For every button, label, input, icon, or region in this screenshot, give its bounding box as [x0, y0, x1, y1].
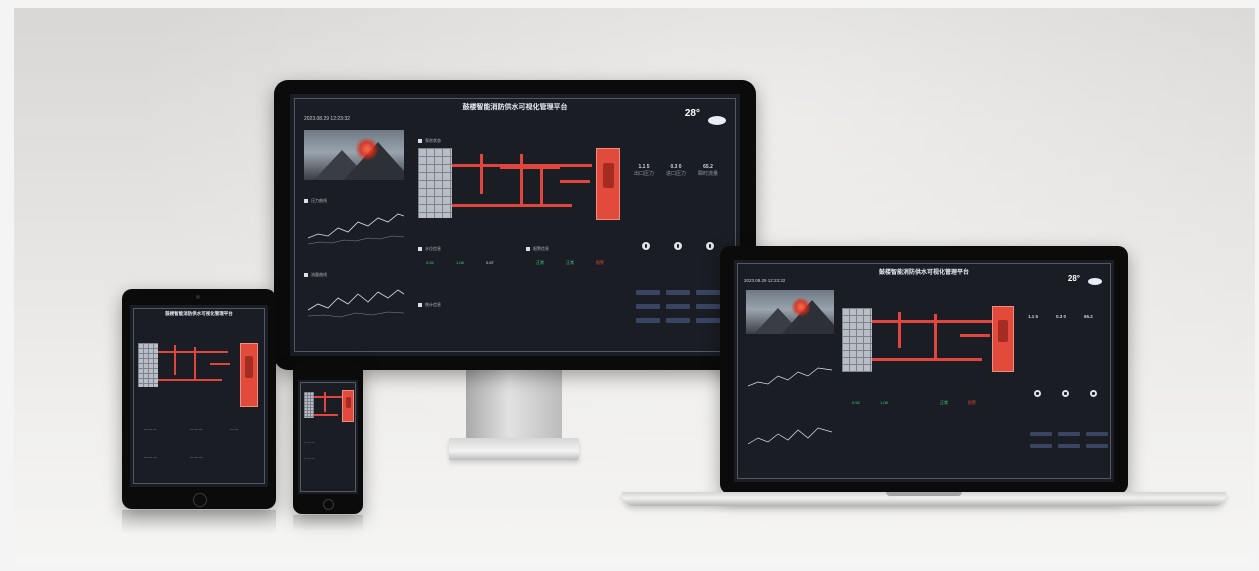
panel-label-water-level: 水位信息	[418, 246, 441, 252]
tablet-home-button[interactable]	[193, 493, 207, 507]
laptop-camera-feed	[746, 290, 834, 334]
laptop-pump-cabinet-graphic	[992, 306, 1014, 372]
laptop-stat-button-1[interactable]	[1030, 432, 1052, 436]
monitor-stand-neck	[466, 360, 562, 440]
laptop-stat-button-4[interactable]	[1030, 444, 1052, 448]
floor-reflection	[122, 510, 276, 534]
laptop-hinge-notch	[886, 492, 962, 496]
gauge-icon	[642, 242, 650, 250]
pressure-chart	[308, 208, 404, 250]
stat-button-1[interactable]	[636, 290, 660, 295]
tablet-water-tank-graphic	[138, 343, 158, 387]
tablet-pump-cabinet-graphic	[240, 343, 258, 407]
phone-home-button[interactable]	[323, 499, 334, 510]
floor-reflection-phone	[293, 515, 363, 531]
laptop-metric-inlet-pressure: 0.3 0	[1056, 314, 1067, 319]
phone-water-tank-graphic	[304, 392, 314, 418]
stat-button-6[interactable]	[696, 304, 720, 309]
tablet-dashboard-title: 鼓楼智能消防供水可视化管理平台	[165, 311, 233, 316]
dashboard-temperature: 28°	[684, 108, 700, 119]
panel-label-statistics: 统计信息	[418, 302, 441, 308]
panel-label-pump: 泵房状态	[418, 138, 441, 144]
water-tank-graphic	[418, 148, 452, 218]
metric-outlet-pressure: 1.1 5 出口压力	[634, 164, 655, 177]
stat-button-2[interactable]	[666, 290, 690, 295]
laptop-info-icon	[1062, 390, 1069, 397]
product-mockup-scene: 鼓楼智能消防供水可视化管理平台 2023.08.29 12:23:32 28° …	[14, 8, 1255, 565]
stat-button-3[interactable]	[696, 290, 720, 295]
dashboard-date: 2023.08.29 12:23:32	[304, 116, 350, 122]
panel-label-pressure: 压力曲线	[304, 198, 327, 204]
stat-button-7[interactable]	[636, 318, 660, 323]
stat-button-5[interactable]	[666, 304, 690, 309]
laptop-screen: 鼓楼智能消防供水可视化管理平台 2023.08.29 12:23:32 28°	[734, 260, 1114, 482]
laptop-dashboard-temperature: 28°	[1067, 274, 1080, 283]
flow-chart	[308, 282, 404, 324]
info-icon	[674, 242, 682, 250]
panel-label-flow: 流量曲线	[304, 272, 327, 278]
laptop-bezel: 鼓楼智能消防供水可视化管理平台 2023.08.29 12:23:32 28°	[720, 246, 1128, 494]
monitor-bezel: 鼓楼智能消防供水可视化管理平台 2023.08.29 12:23:32 28° …	[274, 80, 756, 370]
stat-button-8[interactable]	[666, 318, 690, 323]
laptop-stat-button-3[interactable]	[1086, 432, 1108, 436]
laptop-flow-chart	[748, 420, 832, 456]
laptop-stat-button-2[interactable]	[1058, 432, 1080, 436]
tablet-bezel: 鼓楼智能消防供水可视化管理平台 — — — — — — — — — — — — …	[122, 289, 276, 509]
laptop-metric-outlet-pressure: 1.1 5	[1028, 314, 1039, 319]
laptop-gauge-icon	[1034, 390, 1041, 397]
phone-pump-cabinet-graphic	[342, 390, 354, 422]
phone-bezel: — — — — — —	[293, 362, 363, 514]
laptop-metric-flow-rate: 65.2	[1084, 314, 1093, 319]
laptop-alert-icon	[1090, 390, 1097, 397]
stat-button-9[interactable]	[696, 318, 720, 323]
camera-feed	[304, 130, 404, 180]
laptop-water-tank-graphic	[842, 308, 872, 372]
dashboard-title: 鼓楼智能消防供水可视化管理平台	[462, 104, 568, 111]
laptop-cloud-icon	[1088, 278, 1102, 285]
laptop-pressure-chart	[748, 360, 832, 396]
panel-label-alarm: 报警信息	[526, 246, 549, 252]
metric-flow-rate: 65.2 瞬时流量	[698, 164, 719, 177]
tablet-camera	[196, 295, 200, 299]
cloud-icon	[708, 116, 726, 125]
tablet-screen: 鼓楼智能消防供水可视化管理平台 — — — — — — — — — — — — …	[130, 305, 268, 487]
laptop-stat-button-5[interactable]	[1058, 444, 1080, 448]
stat-button-4[interactable]	[636, 304, 660, 309]
alert-icon	[706, 242, 714, 250]
laptop-dashboard-title: 鼓楼智能消防供水可视化管理平台	[878, 270, 969, 276]
phone-screen: — — — — — —	[298, 380, 358, 494]
laptop-stat-button-6[interactable]	[1086, 444, 1108, 448]
laptop-dashboard-date: 2023.08.29 12:23:32	[744, 278, 786, 283]
monitor-screen: 鼓楼智能消防供水可视化管理平台 2023.08.29 12:23:32 28° …	[290, 94, 740, 356]
pump-cabinet-graphic	[596, 148, 620, 220]
metric-inlet-pressure: 0.3 0 进口压力	[666, 164, 687, 177]
monitor-stand-base	[449, 438, 579, 460]
